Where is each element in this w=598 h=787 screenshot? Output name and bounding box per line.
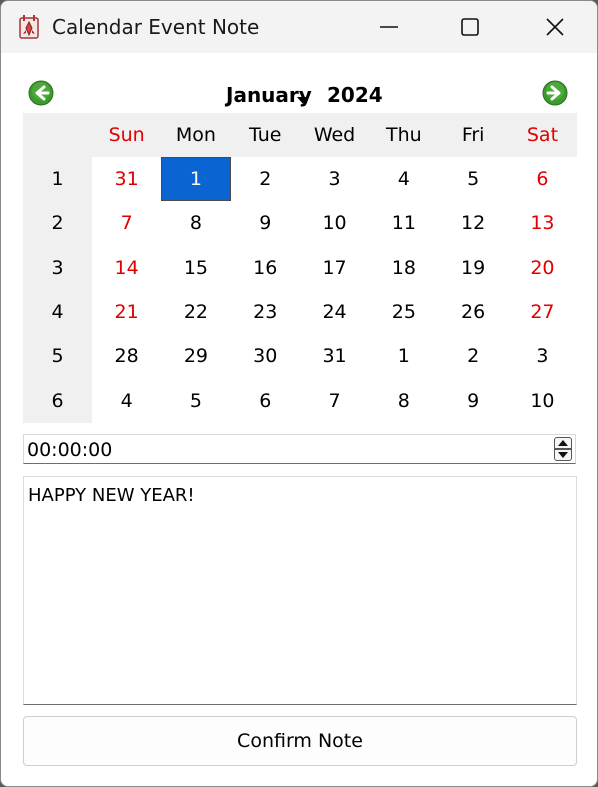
day-cell[interactable]: 19 — [439, 246, 508, 290]
day-cell[interactable]: 28 — [92, 334, 161, 378]
day-cell[interactable]: 14 — [92, 246, 161, 290]
close-button[interactable] — [525, 1, 585, 53]
title-bar: Calendar Event Note — [1, 1, 597, 53]
selected-day-cell[interactable]: 1 — [161, 157, 231, 202]
day-cell[interactable]: 4 — [92, 379, 161, 423]
app-window: Calendar Event Note January 2024 Sun Mon… — [0, 0, 598, 787]
week-number: 4 — [51, 301, 64, 324]
day-cell[interactable]: 2 — [439, 334, 508, 378]
next-month-button[interactable] — [542, 80, 568, 106]
day-cell[interactable]: 24 — [300, 290, 369, 334]
weekday-header-tue: Tue — [249, 124, 282, 146]
weekday-header-fri: Fri — [461, 124, 485, 146]
day-cell[interactable]: 30 — [231, 334, 300, 378]
close-icon — [546, 18, 564, 36]
day-cell[interactable]: 16 — [231, 246, 300, 290]
day-cell[interactable]: 5 — [439, 157, 508, 201]
day-cell[interactable]: 9 — [231, 201, 300, 245]
note-textarea[interactable]: HAPPY NEW YEAR! — [23, 476, 577, 705]
day-cell[interactable]: 6 — [508, 157, 577, 201]
week-number: 3 — [51, 256, 64, 279]
week-number: 6 — [51, 389, 64, 412]
weekday-header-mon: Mon — [175, 124, 216, 146]
prev-month-button[interactable] — [28, 80, 54, 106]
client-area: January 2024 Sun Mon Tue Wed Thu Fri Sat 1 31 1 2 3… — [1, 53, 597, 786]
arrow-left-circle-icon — [28, 80, 54, 106]
day-cell[interactable]: 6 — [231, 379, 300, 423]
day-cell[interactable]: 3 — [508, 334, 577, 378]
day-cell[interactable]: 4 — [369, 157, 438, 201]
arrow-right-circle-icon — [542, 80, 568, 106]
day-cell[interactable]: 29 — [161, 334, 230, 378]
time-input[interactable]: 00:00:00 — [23, 434, 576, 464]
day-cell[interactable]: 23 — [231, 290, 300, 334]
confirm-note-button[interactable]: Confirm Note — [23, 716, 577, 766]
day-cell[interactable]: 1 — [369, 334, 438, 378]
day-cell[interactable]: 31 — [300, 334, 369, 378]
chevron-down-icon[interactable] — [297, 97, 309, 104]
day-cell[interactable]: 25 — [369, 290, 438, 334]
calendar-grid: Sun Mon Tue Wed Thu Fri Sat 1 31 1 2 3 4 5 6 2 7 8 9 10 11 12… — [23, 113, 577, 423]
day-cell[interactable]: 8 — [161, 201, 230, 245]
day-cell[interactable]: 10 — [300, 201, 369, 245]
year-spinbox[interactable]: 2024 — [327, 83, 383, 107]
minimize-button[interactable] — [359, 1, 419, 53]
week-number: 1 — [51, 168, 64, 191]
day-cell[interactable]: 8 — [369, 379, 438, 423]
maximize-button[interactable] — [440, 1, 500, 53]
day-cell[interactable]: 22 — [161, 290, 230, 334]
day-cell[interactable]: 7 — [92, 201, 161, 245]
weekday-header-sat: Sat — [526, 124, 559, 146]
day-cell[interactable]: 13 — [508, 201, 577, 245]
day-cell[interactable]: 12 — [439, 201, 508, 245]
calendar-rocket-icon — [19, 15, 39, 39]
day-cell[interactable]: 11 — [369, 201, 438, 245]
day-cell[interactable]: 15 — [161, 246, 230, 290]
maximize-icon — [461, 18, 479, 36]
window-title: Calendar Event Note — [52, 15, 260, 39]
weekday-header-sun: Sun — [108, 124, 145, 146]
day-cell[interactable]: 18 — [369, 246, 438, 290]
day-cell[interactable]: 21 — [92, 290, 161, 334]
day-cell[interactable]: 3 — [300, 157, 369, 201]
day-cell[interactable]: 31 — [92, 157, 161, 201]
weekday-header-wed: Wed — [313, 124, 356, 146]
week-number: 2 — [51, 212, 64, 235]
day-cell[interactable]: 7 — [300, 379, 369, 423]
weekday-header-thu: Thu — [385, 124, 422, 146]
minimize-icon — [380, 26, 398, 28]
day-cell[interactable]: 5 — [161, 379, 230, 423]
spin-up-icon[interactable] — [554, 437, 572, 449]
note-text[interactable]: HAPPY NEW YEAR! — [28, 485, 195, 506]
day-cell[interactable]: 27 — [508, 290, 577, 334]
day-cell[interactable]: 10 — [508, 379, 577, 423]
day-cell[interactable]: 2 — [231, 157, 300, 201]
spin-down-icon[interactable] — [554, 449, 572, 461]
time-value[interactable]: 00:00:00 — [27, 439, 112, 461]
day-cell[interactable]: 9 — [439, 379, 508, 423]
day-cell[interactable]: 20 — [508, 246, 577, 290]
week-number: 5 — [51, 345, 64, 368]
day-cell[interactable]: 17 — [300, 246, 369, 290]
day-cell[interactable]: 26 — [439, 290, 508, 334]
